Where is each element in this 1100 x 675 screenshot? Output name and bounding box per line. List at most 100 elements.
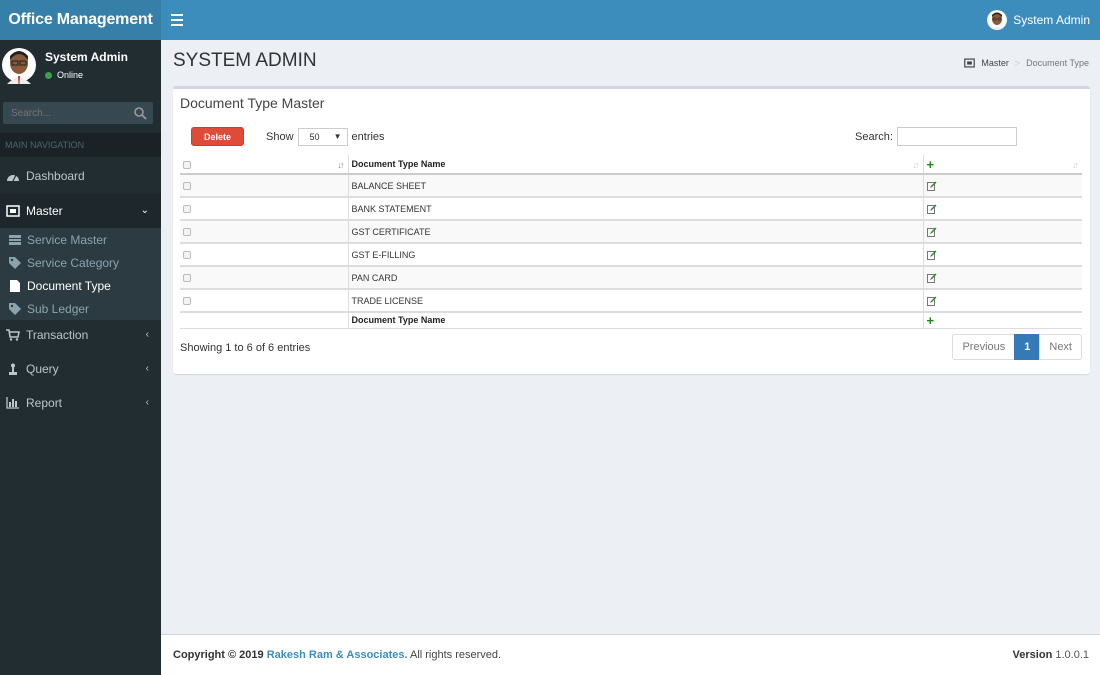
document-type-table: ↓↑ Document Type Name ↓↑ + ↓↑ BALANCE SH… <box>180 155 1082 329</box>
document-type-name: GST E-FILLING <box>348 243 924 266</box>
row-checkbox[interactable] <box>183 205 191 214</box>
next-page-button[interactable]: Next <box>1039 334 1082 360</box>
sidebar-item-service-master[interactable]: Service Master <box>0 228 161 251</box>
sort-icon[interactable]: ↓↑ <box>1072 160 1079 170</box>
cart-icon <box>6 329 20 341</box>
search-label: Search: <box>855 130 893 143</box>
online-dot-icon <box>45 71 52 79</box>
footer-add-cell: + <box>923 312 1082 329</box>
sidebar-item-query[interactable]: Query ‹ <box>0 352 161 386</box>
sidebar-item-master[interactable]: Master ⌄ <box>0 194 161 228</box>
row-select-cell <box>180 289 349 312</box>
sidebar-user-name: System Admin <box>45 50 128 64</box>
master-submenu: Service Master Service Category Document… <box>0 228 161 320</box>
page-length-select[interactable]: 50 ▼ <box>297 128 348 146</box>
document-type-box: Document Type Master Delete Show 50 ▼ en… <box>173 86 1090 374</box>
dashboard-icon <box>7 174 19 182</box>
sidebar-item-service-category[interactable]: Service Category <box>0 251 161 274</box>
select-all-header[interactable]: ↓↑ <box>180 155 349 175</box>
table-footer-row: Document Type Name + <box>180 312 1082 329</box>
previous-page-button[interactable]: Previous <box>952 334 1016 360</box>
table-search-input[interactable] <box>896 127 1017 146</box>
company-link[interactable]: Rakesh Ram & Associates. <box>267 649 408 661</box>
sidebar-item-label: Sub Ledger <box>27 301 90 316</box>
document-type-name: GST CERTIFICATE <box>348 220 924 243</box>
edit-icon[interactable] <box>926 204 937 214</box>
table-row: GST E-FILLING <box>180 243 1082 266</box>
sort-icon[interactable]: ↓↑ <box>913 160 920 170</box>
chevron-left-icon: ‹ <box>145 363 149 374</box>
add-column-header[interactable]: + ↓↑ <box>923 155 1082 175</box>
table-row: GST CERTIFICATE <box>180 220 1082 243</box>
row-checkbox[interactable] <box>183 182 191 191</box>
row-select-cell <box>180 243 349 266</box>
version-number: 1.0.0.1 <box>1055 649 1089 661</box>
user-menu[interactable]: System Admin <box>987 0 1090 40</box>
edit-icon[interactable] <box>926 296 937 306</box>
row-select-cell <box>180 220 349 243</box>
sidebar-item-sub-ledger[interactable]: Sub Ledger <box>0 297 161 320</box>
column-header-label: Document Type Name <box>351 159 446 169</box>
tag-icon <box>9 256 21 269</box>
hamburger-icon[interactable] <box>171 11 183 29</box>
row-checkbox[interactable] <box>183 228 191 237</box>
query-icon <box>9 363 17 375</box>
sidebar-search <box>3 102 153 124</box>
footer-column-name: Document Type Name <box>348 312 924 329</box>
edit-icon[interactable] <box>926 227 937 237</box>
top-navbar: System Admin <box>161 0 1100 40</box>
caret-down-icon: ▼ <box>333 132 342 141</box>
row-checkbox[interactable] <box>183 251 191 260</box>
show-label: Show <box>266 131 294 143</box>
select-all-checkbox[interactable] <box>183 160 191 169</box>
row-actions-cell <box>923 174 1082 197</box>
row-select-cell <box>180 197 349 220</box>
version-info: Version 1.0.0.1 <box>1013 649 1089 661</box>
row-checkbox[interactable] <box>183 274 191 283</box>
sidebar-item-label: Master <box>26 204 63 218</box>
entries-label: entries <box>351 131 385 143</box>
sidebar-item-document-type[interactable]: Document Type <box>0 274 161 297</box>
page-length-control: Show 50 ▼ entries <box>266 128 385 146</box>
pagination: Previous 1 Next <box>952 334 1082 360</box>
sidebar-item-label: Query <box>26 362 59 376</box>
user-status-text: Online <box>57 70 84 80</box>
page-1-button[interactable]: 1 <box>1014 334 1041 360</box>
breadcrumb-current: Document Type <box>1026 58 1089 68</box>
box-title: Document Type Master <box>180 95 325 111</box>
breadcrumb-separator: > <box>1014 58 1021 68</box>
footer-cell <box>180 312 349 329</box>
sidebar-item-transaction[interactable]: Transaction ‹ <box>0 318 161 352</box>
breadcrumb: Master > Document Type <box>964 58 1089 68</box>
tag-icon <box>9 302 21 315</box>
sidebar-search-input[interactable] <box>3 102 128 124</box>
row-actions-cell <box>923 266 1082 289</box>
edit-icon[interactable] <box>926 273 937 283</box>
sidebar-item-dashboard[interactable]: Dashboard <box>0 159 161 193</box>
add-icon[interactable]: + <box>927 313 935 328</box>
delete-button[interactable]: Delete <box>191 127 244 146</box>
sidebar-item-label: Service Master <box>27 232 108 247</box>
sidebar-item-report[interactable]: Report ‹ <box>0 386 161 420</box>
sort-icon[interactable]: ↓↑ <box>338 160 345 170</box>
document-type-name: BANK STATEMENT <box>348 197 924 220</box>
footer: Copyright © 2019 Rakesh Ram & Associates… <box>161 634 1100 675</box>
edit-icon[interactable] <box>926 181 937 191</box>
table-row: BANK STATEMENT <box>180 197 1082 220</box>
table-row: TRADE LICENSE <box>180 289 1082 312</box>
bar-chart-icon <box>6 397 19 409</box>
row-checkbox[interactable] <box>183 297 191 306</box>
breadcrumb-master[interactable]: Master <box>981 58 1009 68</box>
column-header-name[interactable]: Document Type Name ↓↑ <box>348 155 924 175</box>
document-type-name: BALANCE SHEET <box>348 174 924 197</box>
topbar-user-name: System Admin <box>1013 13 1090 27</box>
search-icon[interactable] <box>133 106 147 120</box>
app-logo[interactable]: Office Management <box>0 0 161 40</box>
row-actions-cell <box>923 197 1082 220</box>
table-search: Search: <box>855 127 1017 146</box>
edit-icon[interactable] <box>926 250 937 260</box>
list-icon <box>9 234 21 245</box>
table-row: PAN CARD <box>180 266 1082 289</box>
nav-header: MAIN NAVIGATION <box>0 133 161 157</box>
add-icon[interactable]: + <box>927 157 935 172</box>
